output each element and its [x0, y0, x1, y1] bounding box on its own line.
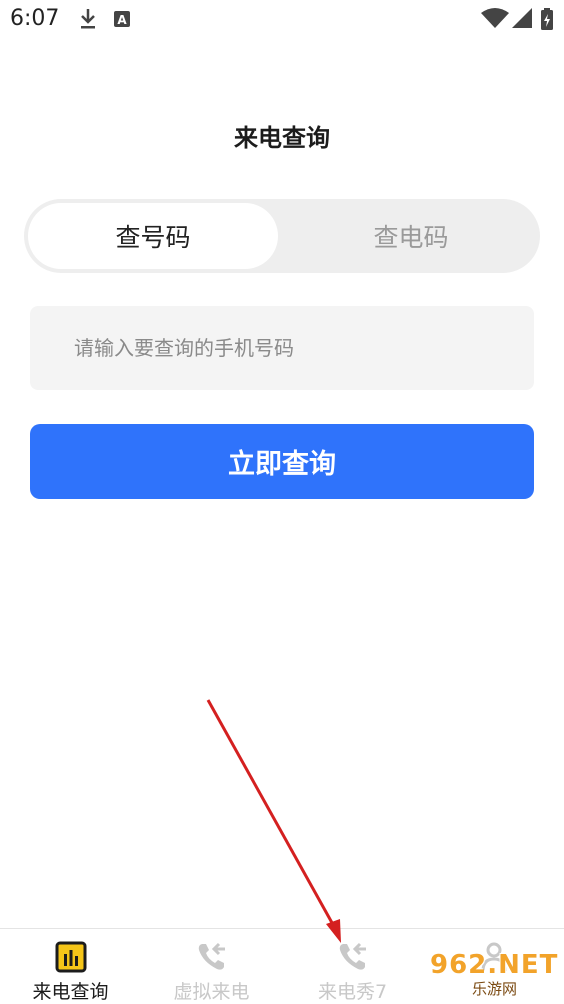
query-now-button[interactable]: 立即查询	[30, 424, 534, 499]
watermark-sub-text: 乐游网	[472, 980, 518, 998]
phone-callback-icon	[195, 940, 229, 974]
tab-lookup-number[interactable]: 查号码	[28, 203, 278, 269]
query-type-segmented-control: 查号码 查电码	[24, 199, 540, 273]
nav-label-call-show: 来电秀7	[317, 981, 388, 1003]
nav-item-call-show[interactable]: 来电秀7	[282, 929, 423, 1004]
tab-lookup-telegraph-code[interactable]: 查电码	[282, 199, 540, 273]
phone-number-input[interactable]	[30, 306, 534, 390]
nav-item-virtual-call[interactable]: 虚拟来电	[141, 929, 282, 1004]
nav-label-virtual-call: 虚拟来电	[173, 981, 250, 1003]
a-notification-icon: A	[112, 6, 134, 32]
nav-item-call-lookup[interactable]: 来电查询	[0, 929, 141, 1004]
battery-icon	[540, 6, 556, 32]
status-bar: 6:07 A	[0, 0, 564, 40]
watermark-logo: 962.NET 乐游网	[424, 950, 560, 1000]
signal-icon	[510, 6, 536, 32]
svg-text:A: A	[117, 13, 127, 27]
download-icon	[78, 6, 100, 32]
page-title: 来电查询	[234, 124, 330, 152]
wifi-icon	[480, 6, 510, 32]
nav-label-call-lookup: 来电查询	[32, 981, 109, 1003]
watermark-main-text: 962.NET	[430, 950, 559, 980]
phone-callback-icon	[336, 940, 370, 974]
screen: 6:07 A 来电查询 查号码 查电码 请输入要查询的手机号码 立即查询 来电查…	[0, 0, 564, 1004]
status-time: 6:07	[10, 6, 60, 31]
bar-chart-icon	[54, 940, 88, 974]
